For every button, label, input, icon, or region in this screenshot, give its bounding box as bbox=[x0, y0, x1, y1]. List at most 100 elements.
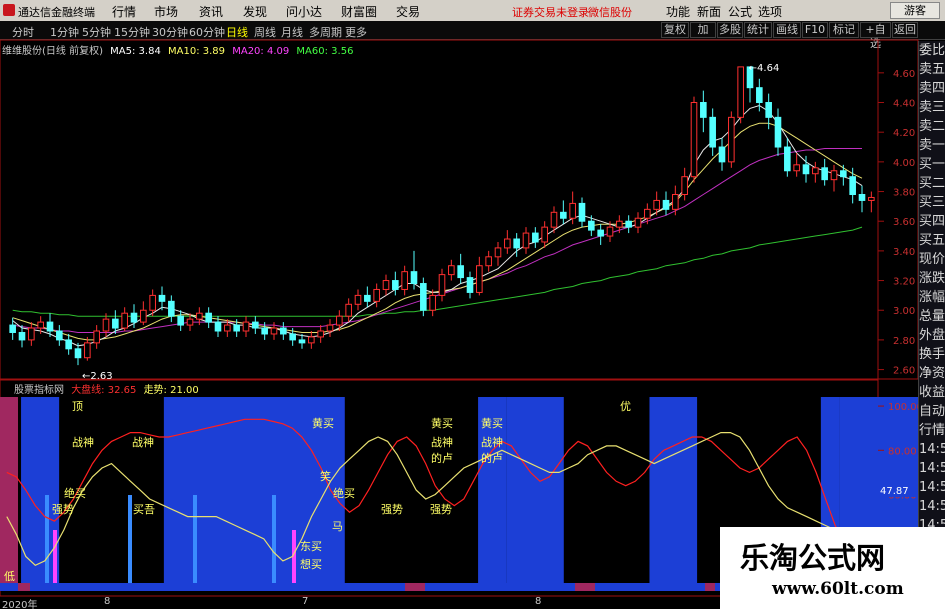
right-panel-label[interactable]: 买二 bbox=[919, 174, 945, 193]
candle-body bbox=[728, 116, 735, 163]
candle-body bbox=[756, 87, 763, 104]
signal-bar bbox=[272, 495, 276, 583]
candle-body bbox=[336, 315, 343, 326]
right-panel-label[interactable]: 买四 bbox=[919, 212, 945, 231]
candle-body bbox=[326, 324, 334, 332]
candle-body bbox=[140, 309, 147, 323]
date-label: 8 bbox=[535, 596, 542, 607]
bottom-strip-mark bbox=[405, 583, 425, 591]
right-panel-label[interactable]: 外盘 bbox=[919, 326, 945, 345]
right-panel-label[interactable]: 卖三 bbox=[919, 98, 945, 117]
watermark-title: 乐淘公式网 bbox=[740, 541, 886, 575]
candle-body bbox=[597, 229, 604, 237]
candle-body bbox=[784, 146, 791, 172]
candle-body bbox=[46, 321, 54, 332]
candle-body bbox=[700, 102, 707, 118]
signal-label: 想买 bbox=[300, 557, 322, 571]
signal-label: 绝买 bbox=[333, 486, 355, 500]
price-tick-label: 3.00 bbox=[893, 306, 915, 317]
right-panel-label[interactable]: 14:5 bbox=[919, 497, 945, 516]
candle-body bbox=[177, 315, 184, 326]
candle-body bbox=[821, 167, 828, 181]
right-panel-label[interactable]: 收益 bbox=[919, 383, 945, 402]
candle-body bbox=[438, 274, 446, 296]
chart-canvas: 4.60 4.40 4.20 4.00 3.80 3.60 3.40 3.20 3.00 2.80… bbox=[0, 39, 936, 597]
candle-body bbox=[606, 226, 614, 237]
candle-body bbox=[858, 194, 866, 201]
candle-body bbox=[522, 232, 530, 249]
price-tick-label: 3.80 bbox=[893, 188, 915, 199]
right-panel-label[interactable]: 换手 bbox=[919, 345, 945, 364]
candle-body bbox=[634, 217, 642, 228]
right-panel-label[interactable]: 现价 bbox=[919, 250, 945, 269]
ind-tick-label: 80.00 bbox=[888, 446, 917, 457]
right-panel-label[interactable]: 买一 bbox=[919, 155, 945, 174]
right-panel-label[interactable]: 涨跌 bbox=[919, 269, 945, 288]
indicator-name: 股票指标网 bbox=[14, 385, 64, 396]
candle-body bbox=[625, 220, 632, 228]
price-tick-label: 2.60 bbox=[893, 366, 915, 377]
signal-bar bbox=[193, 495, 197, 583]
signal-label: 低 bbox=[4, 570, 15, 583]
right-panel-label[interactable]: 委比 bbox=[919, 41, 945, 60]
signal-label: 东买 bbox=[300, 540, 322, 553]
ma60-line bbox=[12, 226, 863, 317]
price-tick-label: 4.60 bbox=[893, 69, 915, 80]
signal-label: 强势 bbox=[430, 503, 452, 516]
signal-bar bbox=[45, 495, 49, 583]
candle-body bbox=[196, 312, 203, 320]
trend-value: 走势: 21.00 bbox=[143, 385, 199, 396]
candle-body bbox=[429, 294, 436, 311]
candle-body bbox=[308, 336, 315, 344]
bottom-strip-mark bbox=[705, 583, 715, 591]
right-panel-label[interactable]: 自动 bbox=[919, 402, 945, 421]
price-tick-label: 4.20 bbox=[893, 128, 915, 139]
candle-body bbox=[644, 208, 651, 219]
signal-label: 马 bbox=[332, 520, 343, 533]
candle-body bbox=[774, 116, 782, 148]
candle-body bbox=[28, 327, 35, 341]
right-panel-label[interactable]: 14:5 bbox=[919, 459, 945, 478]
candle-body bbox=[709, 116, 716, 148]
right-panel-label[interactable]: 买五 bbox=[919, 231, 945, 250]
right-panel-label[interactable]: 14:5 bbox=[919, 478, 945, 497]
candle-body bbox=[186, 318, 194, 326]
signal-label: 黄买 bbox=[431, 416, 453, 430]
candle-body bbox=[242, 321, 250, 332]
right-panel-label[interactable]: 卖四 bbox=[919, 79, 945, 98]
big-line-value: 大盘线: 32.65 bbox=[71, 385, 137, 396]
candle-body bbox=[84, 342, 91, 359]
price-tick-label: 3.60 bbox=[893, 217, 915, 228]
right-panel-label[interactable]: 14:5 bbox=[919, 440, 945, 459]
candle-body bbox=[448, 265, 455, 276]
date-label: 2020年 bbox=[2, 600, 38, 609]
right-panel-label[interactable]: 涨幅 bbox=[919, 288, 945, 307]
signal-label: 买吾 bbox=[133, 503, 155, 516]
candle-body bbox=[541, 226, 548, 243]
right-panel-label[interactable]: 总量 bbox=[919, 307, 945, 326]
candle-body bbox=[681, 176, 688, 196]
right-panel-label[interactable]: 卖一 bbox=[919, 136, 945, 155]
bottom-strip bbox=[0, 583, 720, 591]
signal-label: 笑 bbox=[320, 469, 331, 483]
right-panel-label[interactable]: 行情 bbox=[919, 421, 945, 440]
right-panel-label[interactable]: 卖二 bbox=[919, 117, 945, 136]
candle-body bbox=[485, 256, 492, 267]
candle-body bbox=[112, 318, 119, 329]
right-panel-label[interactable]: 净资 bbox=[919, 364, 945, 383]
right-panel-label[interactable]: 卖五 bbox=[919, 60, 945, 79]
candle-body bbox=[569, 202, 576, 219]
candle-body bbox=[513, 238, 520, 249]
candle-body bbox=[410, 271, 418, 285]
candle-body bbox=[364, 294, 371, 302]
candle-body bbox=[420, 283, 427, 311]
blue-zone bbox=[506, 397, 564, 583]
candle-body bbox=[793, 164, 800, 172]
candle-body bbox=[214, 321, 222, 332]
signal-label: 黄买 bbox=[481, 416, 503, 430]
candle-body bbox=[18, 331, 26, 341]
price-tick-label: 3.20 bbox=[893, 277, 915, 288]
magenta-zone bbox=[0, 397, 18, 583]
candle-body bbox=[560, 211, 567, 219]
right-panel-label[interactable]: 买三 bbox=[919, 193, 945, 212]
